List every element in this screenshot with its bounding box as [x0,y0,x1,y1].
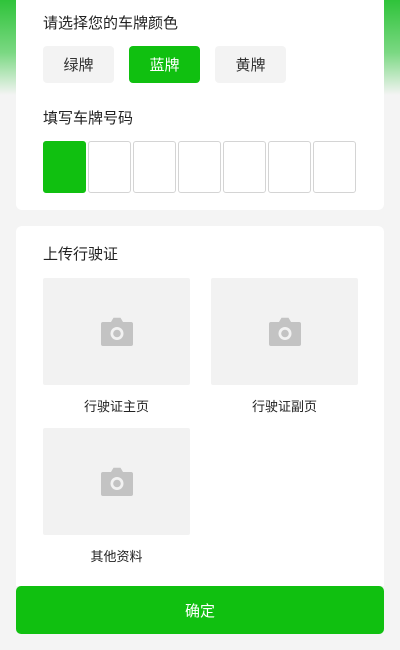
upload-license-secondary-caption: 行驶证副页 [251,400,317,415]
plate-color-blue-button[interactable]: 蓝牌 [129,46,200,83]
plate-char-box-2[interactable] [88,141,131,193]
upload-other-docs-button[interactable] [43,428,190,535]
plate-color-yellow-button[interactable]: 黄牌 [215,46,286,83]
plate-char-box-7[interactable] [313,141,356,193]
camera-icon [100,317,133,346]
upload-other-docs-caption: 其他资料 [90,550,143,565]
plate-color-label: 请选择您的车牌颜色 [43,14,179,32]
plate-char-box-5[interactable] [223,141,266,193]
header-gradient-left [0,0,16,95]
upload-license-secondary-button[interactable] [211,278,358,385]
plate-char-box-6[interactable] [268,141,311,193]
camera-icon [100,467,133,496]
header-gradient-right [384,0,400,95]
upload-license-main-caption: 行驶证主页 [83,400,149,415]
plate-char-box-4[interactable] [178,141,221,193]
camera-icon [268,317,301,346]
plate-number-input [43,141,357,193]
license-upload-label: 上传行驶证 [43,245,119,263]
confirm-button[interactable]: 确定 [16,586,384,634]
upload-license-main-button[interactable] [43,278,190,385]
plate-card: 请选择您的车牌颜色 绿牌 蓝牌 黄牌 填写车牌号码 [16,0,384,210]
plate-color-green-button[interactable]: 绿牌 [43,46,114,83]
plate-char-box-3[interactable] [133,141,176,193]
license-upload-card: 上传行驶证 行驶证主页 行驶证副页 其他资料 [16,226,384,586]
plate-number-label: 填写车牌号码 [43,109,134,127]
plate-char-box-1[interactable] [43,141,86,193]
